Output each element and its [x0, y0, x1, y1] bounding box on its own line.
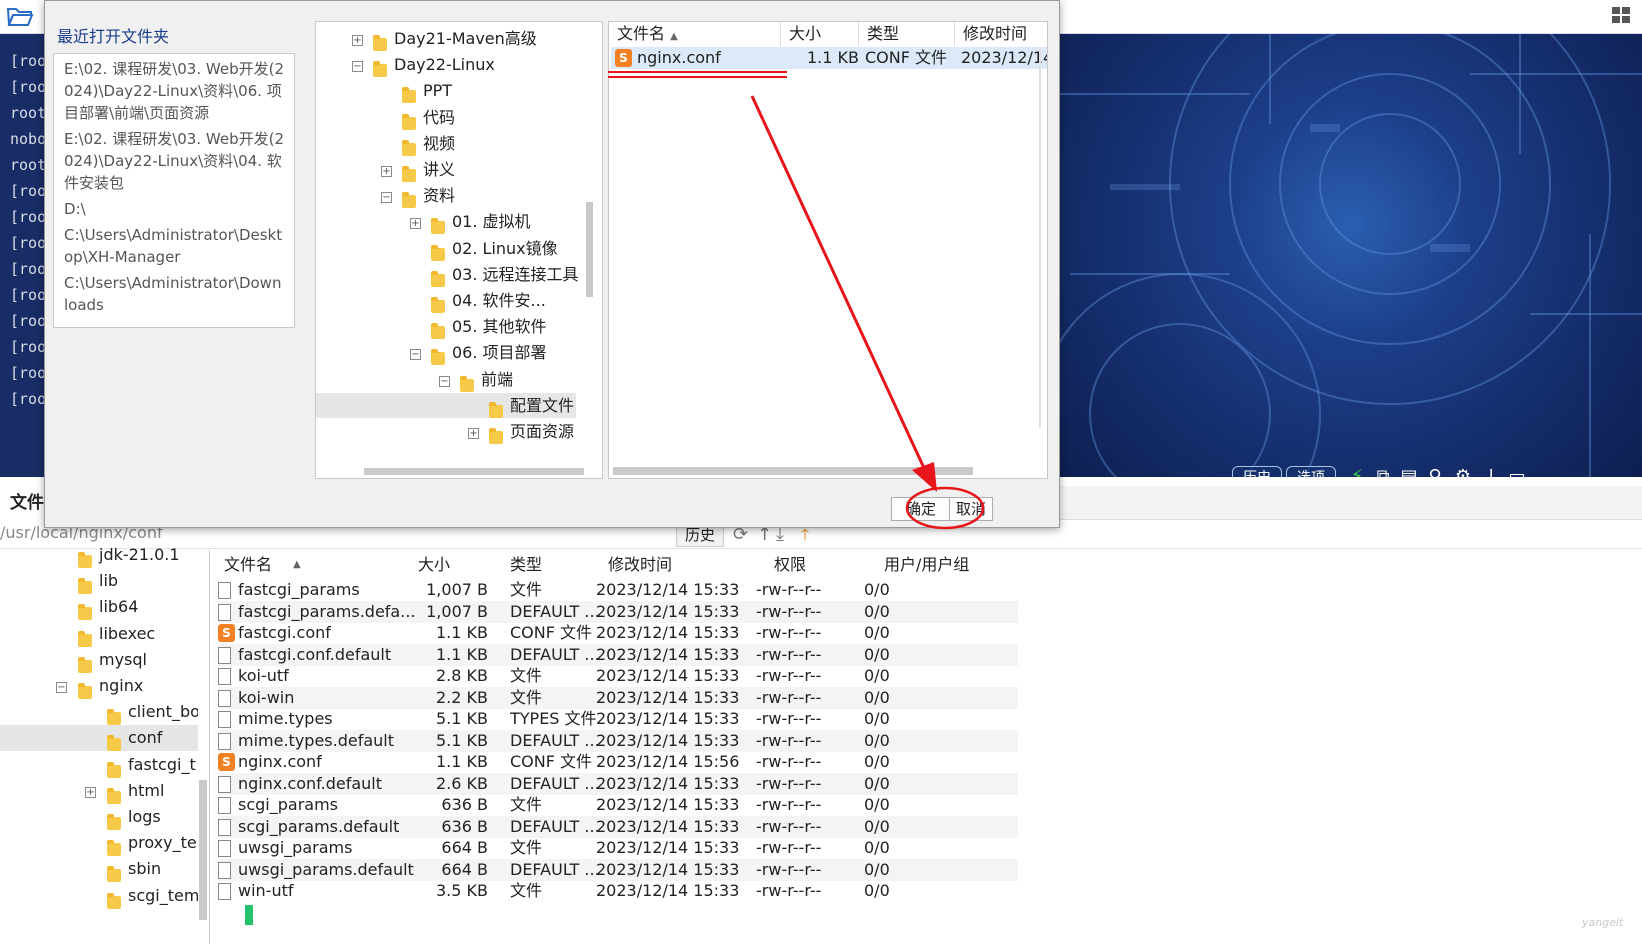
circle-annotation [905, 486, 985, 530]
annotation-overlay [608, 71, 985, 530]
arrow-annotation-line [750, 95, 926, 469]
arrow-annotation-head [912, 462, 937, 492]
